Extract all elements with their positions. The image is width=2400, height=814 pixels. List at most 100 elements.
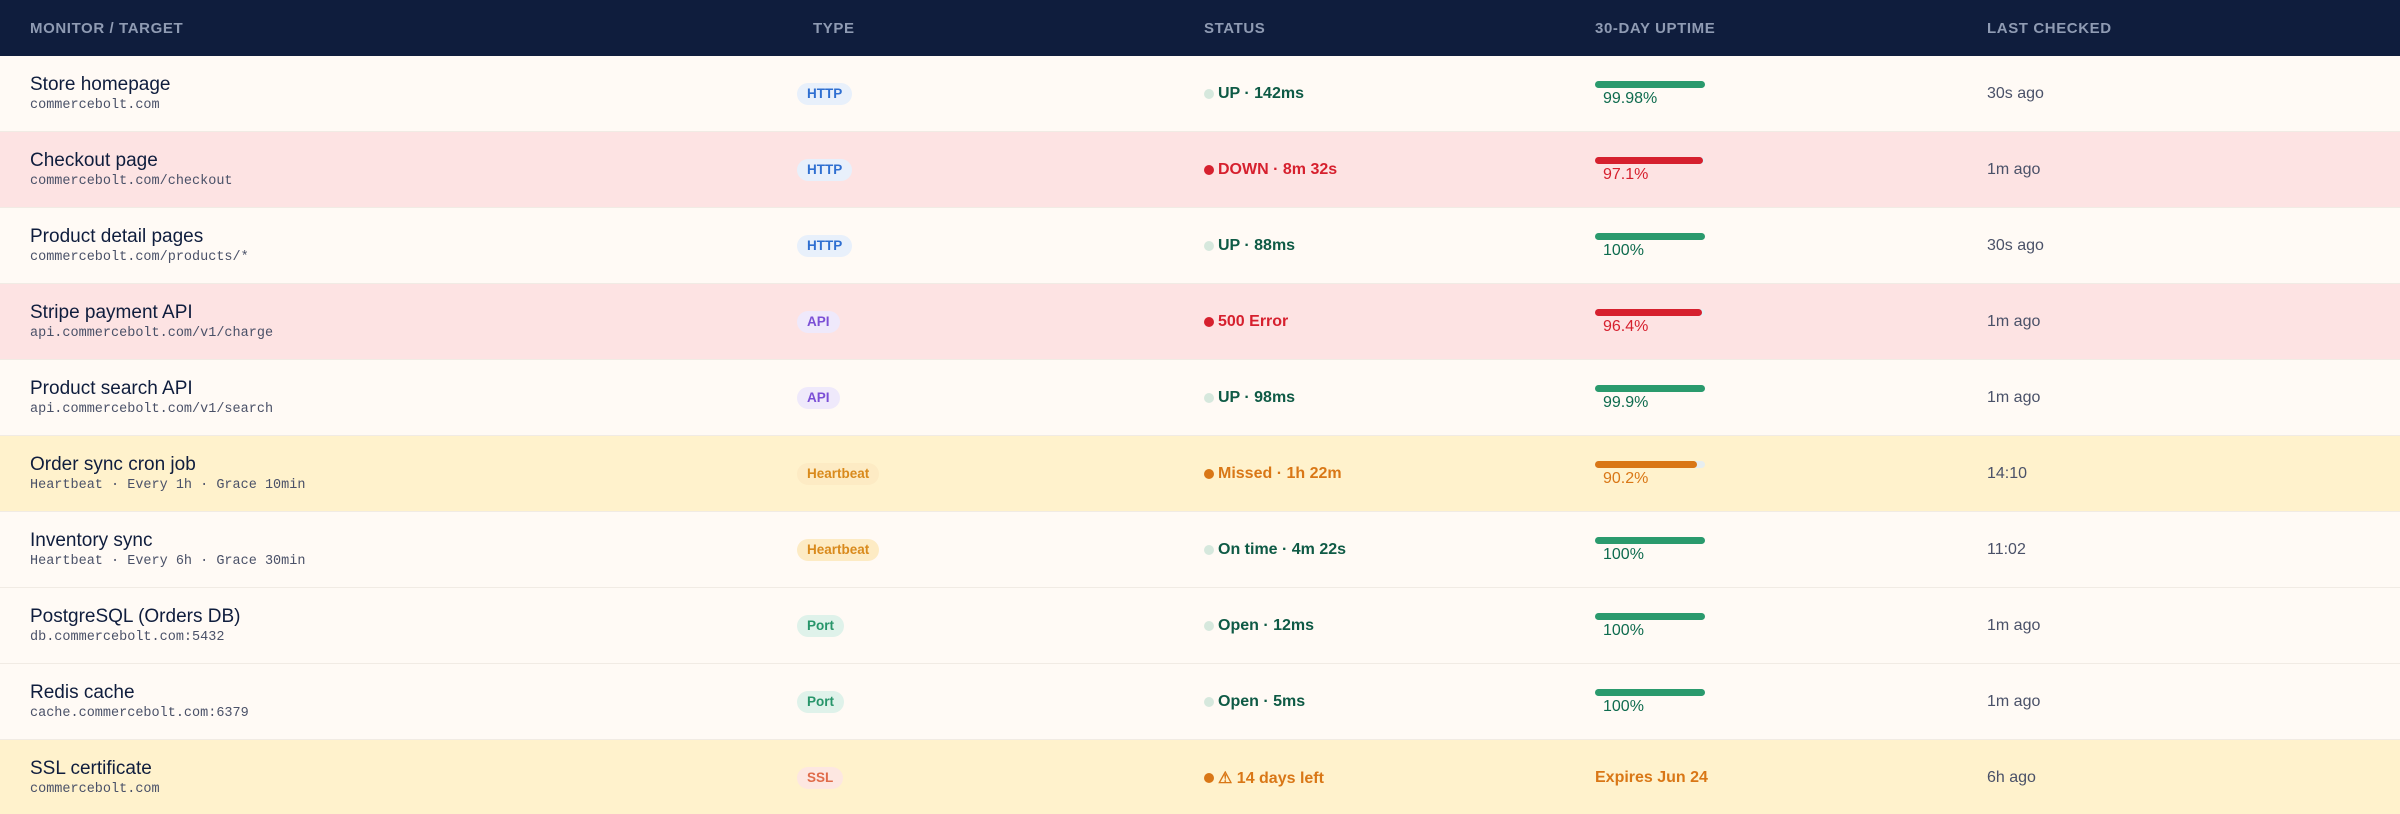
last-checked: 30s ago	[1987, 84, 2044, 102]
status-text: UP · 142ms	[1218, 84, 1304, 102]
status-indicator: DOWN · 8m 32s	[1204, 161, 1565, 179]
table-header: MONITOR / TARGET TYPE STATUS 30-DAY UPTI…	[0, 0, 2400, 56]
monitor-cell: Inventory sync Heartbeat · Every 6h · Gra…	[0, 529, 783, 571]
status-text: UP · 88ms	[1218, 236, 1296, 254]
last-checked: 1m ago	[1987, 312, 2041, 330]
monitor-cell: Order sync cron job Heartbeat · Every 1h …	[0, 453, 783, 495]
monitor-target: db.commercebolt.com:5432	[30, 629, 225, 645]
status-indicator: UP · 142ms	[1204, 85, 1565, 103]
monitor-name[interactable]: Product search API	[30, 377, 783, 401]
monitor-target: Heartbeat · Every 6h · Grace 30min	[30, 553, 306, 569]
monitor-name[interactable]: Stripe payment API	[30, 301, 783, 325]
monitor-cell: Checkout page commercebolt.com/checkout	[0, 149, 783, 191]
monitor-target: api.commercebolt.com/v1/search	[30, 401, 274, 417]
monitor-name[interactable]: Product detail pages	[30, 225, 783, 249]
table-row[interactable]: Order sync cron job Heartbeat · Every 1h …	[0, 436, 2400, 512]
uptime-value: 97.1%	[1603, 166, 1649, 183]
uptime-value: 90.2%	[1603, 470, 1649, 487]
uptime-cell: 97.1%	[1565, 155, 1957, 184]
column-header-monitor[interactable]: MONITOR / TARGET	[0, 20, 783, 37]
type-badge: Port	[797, 690, 844, 713]
type-cell: Heartbeat	[783, 538, 1174, 561]
last-checked: 1m ago	[1987, 388, 2041, 406]
table-row[interactable]: Stripe payment API api.commercebolt.com/v…	[0, 284, 2400, 360]
status-indicator: UP · 98ms	[1204, 389, 1565, 407]
status-cell: 500 Error	[1174, 313, 1565, 331]
type-cell: HTTP	[783, 158, 1174, 181]
status-dot-icon	[1204, 240, 1214, 251]
uptime-bar	[1595, 461, 1705, 468]
monitor-name[interactable]: Store homepage	[30, 73, 783, 97]
monitor-name[interactable]: Order sync cron job	[30, 453, 783, 477]
monitor-name[interactable]: Checkout page	[30, 149, 783, 173]
status-cell: UP · 98ms	[1174, 389, 1565, 407]
status-text: UP · 98ms	[1218, 388, 1296, 406]
uptime-cell: 99.9%	[1565, 383, 1957, 412]
status-dot-icon	[1204, 316, 1214, 327]
last-checked-cell: 14:10	[1957, 465, 2400, 483]
monitor-name[interactable]: Redis cache	[30, 681, 783, 705]
monitor-cell: PostgreSQL (Orders DB) db.commercebolt.co…	[0, 605, 783, 647]
uptime-cell: 99.98%	[1565, 79, 1957, 108]
last-checked-cell: 1m ago	[1957, 617, 2400, 635]
status-dot-icon	[1204, 468, 1214, 479]
uptime-bar-fill	[1595, 537, 1705, 544]
monitor-target: commercebolt.com/checkout	[30, 173, 233, 189]
uptime-bar	[1595, 309, 1705, 316]
status-text: ⚠ 14 days left	[1218, 769, 1324, 787]
uptime-cell: 90.2%	[1565, 459, 1957, 488]
monitor-name[interactable]: SSL certificate	[30, 757, 783, 781]
last-checked: 14:10	[1987, 464, 2028, 482]
column-header-status[interactable]: STATUS	[1174, 20, 1565, 37]
status-cell: Open · 5ms	[1174, 693, 1565, 711]
status-indicator: ⚠ 14 days left	[1204, 768, 1565, 788]
table-row[interactable]: SSL certificate commercebolt.com SSL ⚠ 14 d…	[0, 740, 2400, 814]
table-row[interactable]: Redis cache cache.commercebolt.com:6379 Po…	[0, 664, 2400, 740]
type-cell: API	[783, 310, 1174, 333]
uptime-bar	[1595, 613, 1705, 620]
type-badge: HTTP	[797, 158, 853, 181]
status-indicator: 500 Error	[1204, 313, 1565, 331]
uptime-bar-fill	[1595, 157, 1703, 164]
table-row[interactable]: PostgreSQL (Orders DB) db.commercebolt.co…	[0, 588, 2400, 664]
monitor-cell: Redis cache cache.commercebolt.com:6379	[0, 681, 783, 723]
last-checked-cell: 1m ago	[1957, 693, 2400, 711]
status-text: 500 Error	[1218, 312, 1289, 330]
monitor-target: api.commercebolt.com/v1/charge	[30, 325, 274, 341]
status-text: Open · 12ms	[1218, 616, 1315, 634]
status-indicator: Open · 5ms	[1204, 693, 1565, 711]
table-row[interactable]: Store homepage commercebolt.com HTTP UP · 1…	[0, 56, 2400, 132]
status-text: Open · 5ms	[1218, 692, 1306, 710]
monitors-table: MONITOR / TARGET TYPE STATUS 30-DAY UPTI…	[0, 0, 2400, 814]
type-cell: API	[783, 386, 1174, 409]
status-dot-icon	[1204, 772, 1214, 783]
uptime-bar-fill	[1595, 613, 1705, 620]
uptime-bar	[1595, 81, 1705, 88]
uptime-cell: 96.4%	[1565, 307, 1957, 336]
status-indicator: Open · 12ms	[1204, 617, 1565, 635]
type-cell: HTTP	[783, 234, 1174, 257]
last-checked-cell: 1m ago	[1957, 161, 2400, 179]
table-row[interactable]: Product search API api.commercebolt.com/v…	[0, 360, 2400, 436]
monitor-name[interactable]: Inventory sync	[30, 529, 783, 553]
monitor-cell: Product search API api.commercebolt.com/v…	[0, 377, 783, 419]
type-badge: API	[797, 310, 840, 333]
status-text: On time · 4m 22s	[1218, 540, 1347, 558]
table-row[interactable]: Product detail pages commercebolt.com/pro…	[0, 208, 2400, 284]
column-header-last-checked[interactable]: LAST CHECKED	[1957, 20, 2400, 37]
monitor-name[interactable]: PostgreSQL (Orders DB)	[30, 605, 783, 629]
last-checked-cell: 30s ago	[1957, 85, 2400, 103]
table-row[interactable]: Inventory sync Heartbeat · Every 6h · Gra…	[0, 512, 2400, 588]
status-dot-icon	[1204, 88, 1214, 99]
uptime-value: 100%	[1603, 242, 1644, 259]
monitor-cell: Stripe payment API api.commercebolt.com/v…	[0, 301, 783, 343]
status-cell: On time · 4m 22s	[1174, 541, 1565, 559]
uptime-bar-fill	[1595, 461, 1698, 468]
table-row[interactable]: Checkout page commercebolt.com/checkout HT…	[0, 132, 2400, 208]
last-checked-cell: 11:02	[1957, 541, 2400, 559]
column-header-type[interactable]: TYPE	[783, 20, 1174, 37]
uptime-value: 100%	[1603, 622, 1644, 639]
column-header-uptime[interactable]: 30-DAY UPTIME	[1565, 20, 1957, 37]
type-badge: Heartbeat	[797, 538, 880, 561]
uptime-bar-fill	[1595, 81, 1705, 88]
